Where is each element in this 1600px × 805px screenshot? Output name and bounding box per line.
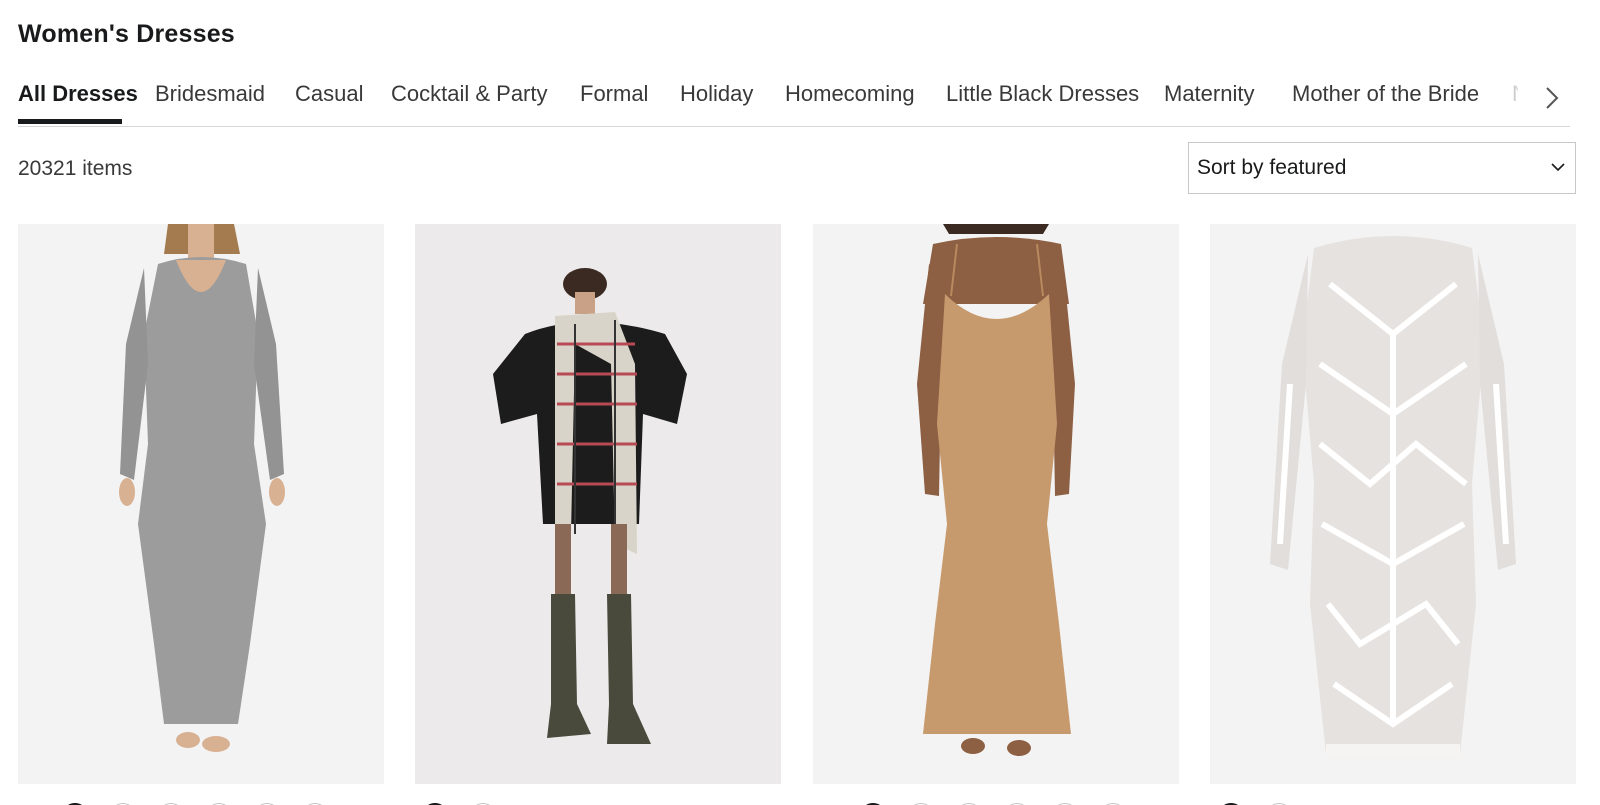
active-tab-indicator xyxy=(18,119,122,124)
category-tabs: All Dresses Bridesmaid Casual Cocktail &… xyxy=(18,78,1570,127)
sort-selected-value: Sort by featured xyxy=(1197,156,1347,179)
product-image-tan-slip-dress xyxy=(813,224,1179,784)
tabs-fade xyxy=(1494,78,1534,122)
tab-mother-of-the-bride[interactable]: Mother of the Bride xyxy=(1292,80,1479,108)
tab-maternity[interactable]: Maternity xyxy=(1164,80,1254,108)
tab-homecoming[interactable]: Homecoming xyxy=(785,80,915,108)
product-image-gray-maxi-dress xyxy=(18,224,384,784)
product-card-image[interactable] xyxy=(813,224,1179,784)
product-image-white-sequin-dress xyxy=(1210,224,1576,784)
tab-all-dresses[interactable]: All Dresses xyxy=(18,80,138,108)
tab-cocktail-party[interactable]: Cocktail & Party xyxy=(391,80,548,108)
product-card-image[interactable] xyxy=(18,224,384,784)
page-title: Women's Dresses xyxy=(18,20,235,48)
tab-holiday[interactable]: Holiday xyxy=(680,80,753,108)
product-card-image[interactable] xyxy=(415,224,781,784)
product-image-black-sweater-dress xyxy=(415,224,781,784)
tab-little-black-dresses[interactable]: Little Black Dresses xyxy=(946,80,1139,108)
tab-formal[interactable]: Formal xyxy=(580,80,648,108)
tabs-track: All Dresses Bridesmaid Casual Cocktail &… xyxy=(18,78,1518,126)
item-count: 20321 items xyxy=(18,157,133,180)
chevron-right-icon xyxy=(1544,86,1560,115)
chevron-down-icon xyxy=(1551,159,1565,177)
page: Women's Dresses All Dresses Bridesmaid C… xyxy=(0,0,1600,805)
dress-shape xyxy=(138,257,266,724)
tab-casual[interactable]: Casual xyxy=(295,80,363,108)
tab-bridesmaid[interactable]: Bridesmaid xyxy=(155,80,265,108)
sort-dropdown[interactable]: Sort by featured xyxy=(1188,142,1576,194)
product-card-image[interactable] xyxy=(1210,224,1576,784)
tabs-scroll-next-button[interactable] xyxy=(1534,82,1570,118)
